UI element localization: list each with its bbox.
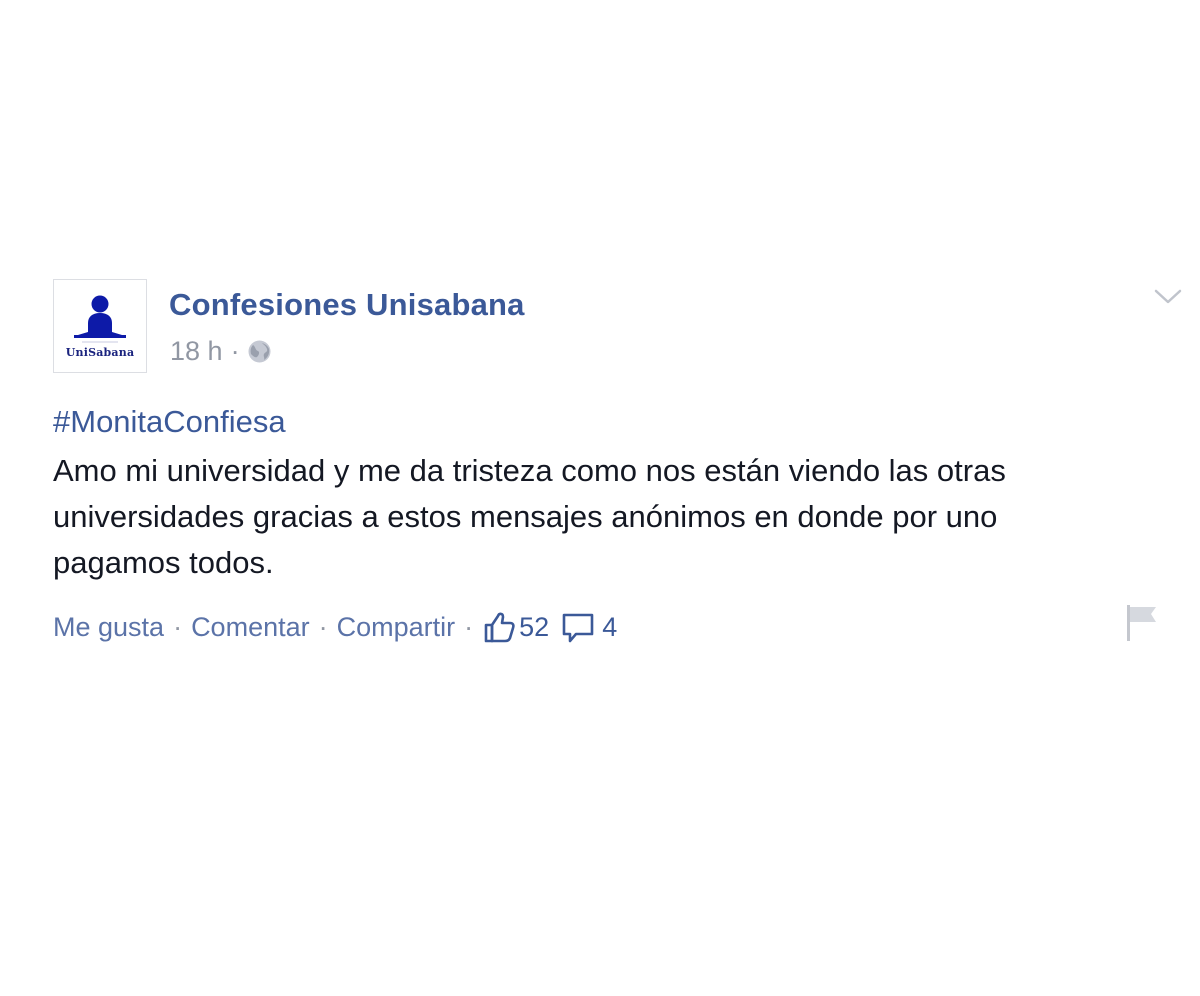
comment-link[interactable]: Comentar (191, 612, 310, 643)
post-body: Amo mi universidad y me da tristeza como… (53, 448, 1143, 586)
post-timestamp[interactable]: 18 h (170, 336, 223, 367)
action-separator: · (318, 611, 328, 642)
like-count: 52 (519, 611, 550, 642)
post-meta: 18 h · (170, 334, 272, 368)
post-body-line: pagamos todos. (53, 545, 274, 580)
like-count-button[interactable]: 52 (482, 610, 549, 644)
page-name-link[interactable]: Confesiones Unisabana (169, 287, 525, 323)
post-body-line: Amo mi universidad y me da tristeza como… (53, 453, 1006, 488)
share-link[interactable]: Compartir (337, 612, 456, 643)
globe-icon[interactable] (247, 339, 272, 364)
hashtag-link[interactable]: #MonitaConfiesa (53, 404, 286, 440)
chevron-down-icon[interactable] (1151, 283, 1185, 309)
thumbs-up-icon (482, 610, 516, 644)
page-avatar[interactable]: UniSabana (53, 279, 147, 373)
comment-count: 4 (602, 611, 618, 642)
speech-bubble-icon (561, 610, 595, 644)
post-body-line: universidades gracias a estos mensajes a… (53, 499, 998, 534)
flag-icon[interactable] (1124, 603, 1160, 643)
avatar-logo-text: UniSabana (65, 346, 135, 359)
action-separator: · (173, 611, 183, 642)
post-actions: Me gusta · Comentar · Compartir · 52 4 (53, 607, 617, 647)
action-separator: · (464, 611, 474, 642)
like-link[interactable]: Me gusta (53, 612, 164, 643)
comment-count-button[interactable]: 4 (549, 610, 617, 644)
meta-separator: · (230, 335, 240, 366)
facebook-post: UniSabana Confesiones Unisabana 18 h · #… (0, 0, 1200, 996)
